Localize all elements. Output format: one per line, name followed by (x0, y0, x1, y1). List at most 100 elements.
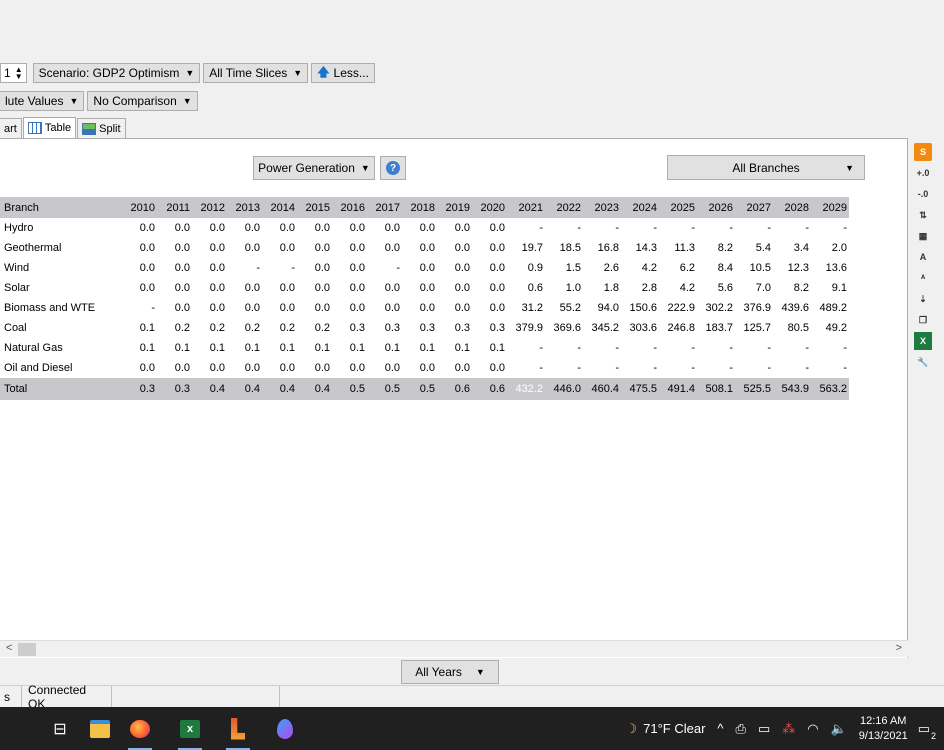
value-cell[interactable]: 1.8 (583, 278, 621, 298)
column-header-year[interactable]: 2028 (773, 197, 811, 218)
value-cell[interactable]: 0.0 (332, 238, 367, 258)
value-cell[interactable]: 0.3 (157, 378, 192, 400)
value-cell[interactable]: 10.5 (735, 258, 773, 278)
value-cell[interactable]: 0.5 (332, 378, 367, 400)
value-cell[interactable]: 0.0 (297, 258, 332, 278)
leap-app-icon[interactable] (218, 707, 258, 750)
value-cell[interactable]: 80.5 (773, 318, 811, 338)
value-cell[interactable]: - (583, 358, 621, 378)
value-cell[interactable]: 0.0 (192, 258, 227, 278)
value-cell[interactable]: 11.3 (659, 238, 697, 258)
value-cell[interactable]: 0.1 (192, 338, 227, 358)
value-cell[interactable]: 222.9 (659, 298, 697, 318)
value-cell[interactable]: 94.0 (583, 298, 621, 318)
value-cell[interactable]: 379.9 (507, 318, 545, 338)
column-header-year[interactable]: 2013 (227, 197, 262, 218)
value-cell[interactable]: 0.0 (402, 298, 437, 318)
value-cell[interactable]: 0.0 (402, 258, 437, 278)
value-cell[interactable]: 525.5 (735, 378, 773, 400)
value-cell[interactable]: - (507, 358, 545, 378)
value-cell[interactable]: 7.0 (735, 278, 773, 298)
branch-cell[interactable]: Total (0, 378, 122, 400)
total-row[interactable]: Total 0.3 0.3 0.4 0.4 0.4 0.4 0.5 0.5 0.5 0.6 0.6 43… (0, 378, 849, 400)
value-cell[interactable]: 0.1 (332, 338, 367, 358)
value-cell[interactable]: 0.0 (437, 358, 472, 378)
value-cell[interactable]: 0.0 (192, 358, 227, 378)
value-cell[interactable]: 0.0 (192, 298, 227, 318)
value-cell[interactable]: 0.0 (367, 298, 402, 318)
value-cell[interactable]: 16.8 (583, 238, 621, 258)
tab-split[interactable]: Split (77, 118, 126, 138)
table-row[interactable]: Wind 0.0 0.0 0.0- -0.0 0.0-0.0 0.0 0.0 0.9 1.5 2.6… (0, 258, 849, 278)
slide-icon[interactable]: S (914, 143, 932, 161)
tab-table[interactable]: Table (22, 117, 77, 138)
excel-taskbar-icon[interactable]: x (170, 707, 210, 750)
value-cell[interactable]: 0.1 (262, 338, 297, 358)
value-cell[interactable]: 0.1 (437, 338, 472, 358)
value-cell[interactable]: 0.1 (472, 338, 507, 358)
value-cell[interactable]: 0.1 (227, 338, 262, 358)
value-cell[interactable]: 0.0 (472, 218, 507, 238)
value-cell[interactable]: 0.0 (367, 218, 402, 238)
table-row[interactable]: Natural Gas 0.1 0.1 0.1 0.1 0.1 0.1 0.1 0.1 0.1 0.… (0, 338, 849, 358)
value-cell[interactable]: 0.2 (192, 318, 227, 338)
branch-cell[interactable]: Coal (0, 318, 122, 338)
value-cell[interactable]: - (659, 358, 697, 378)
branch-cell[interactable]: Wind (0, 258, 122, 278)
value-cell[interactable]: - (811, 358, 849, 378)
value-cell[interactable]: 0.0 (227, 298, 262, 318)
value-cell[interactable]: - (659, 338, 697, 358)
value-cell[interactable]: 31.2 (507, 298, 545, 318)
value-cell[interactable]: 345.2 (583, 318, 621, 338)
value-cell[interactable]: 0.0 (297, 278, 332, 298)
column-header-year[interactable]: 2029 (811, 197, 849, 218)
value-cell[interactable]: - (507, 218, 545, 238)
value-cell[interactable]: 0.0 (332, 298, 367, 318)
column-header-year[interactable]: 2016 (332, 197, 367, 218)
value-cell[interactable]: 8.4 (697, 258, 735, 278)
value-cell[interactable]: 0.0 (367, 238, 402, 258)
branch-cell[interactable]: Solar (0, 278, 122, 298)
horizontal-scrollbar[interactable]: < > (0, 640, 908, 657)
value-cell[interactable]: 563.2 (811, 378, 849, 400)
value-cell[interactable]: 0.0 (157, 298, 192, 318)
value-cell[interactable]: 0.0 (332, 358, 367, 378)
value-cell[interactable]: - (811, 338, 849, 358)
value-cell[interactable]: 8.2 (773, 278, 811, 298)
value-cell[interactable]: - (621, 338, 659, 358)
value-cell[interactable]: 0.0 (122, 238, 157, 258)
value-cell[interactable]: 0.1 (297, 338, 332, 358)
table-row[interactable]: Oil and Diesel 0.0 0.0 0.0 0.0 0.0 0.0 0.0 0.0 0.… (0, 358, 849, 378)
value-cell[interactable]: 0.0 (262, 298, 297, 318)
column-header-branch[interactable]: Branch (0, 197, 122, 218)
battery-icon[interactable]: ▭ (758, 721, 770, 737)
column-header-year[interactable]: 2011 (157, 197, 192, 218)
column-header-year[interactable]: 2014 (262, 197, 297, 218)
value-cell[interactable]: 0.4 (262, 378, 297, 400)
spinner-arrows-icon[interactable]: ▲ ▼ (15, 66, 23, 81)
value-cell[interactable]: 0.0 (472, 298, 507, 318)
scroll-right-icon[interactable]: > (896, 642, 902, 654)
value-cell[interactable]: 0.0 (262, 218, 297, 238)
value-cell[interactable]: 0.6 (437, 378, 472, 400)
value-cell[interactable]: 508.1 (697, 378, 735, 400)
value-cell[interactable]: 0.0 (122, 218, 157, 238)
column-header-year[interactable]: 2019 (437, 197, 472, 218)
column-header-year[interactable]: 2018 (402, 197, 437, 218)
column-header-year[interactable]: 2024 (621, 197, 659, 218)
value-cell[interactable]: 0.0 (227, 218, 262, 238)
value-cell[interactable]: 475.5 (621, 378, 659, 400)
value-cell[interactable]: - (227, 258, 262, 278)
value-cell[interactable]: 0.3 (472, 318, 507, 338)
value-cell[interactable]: 1.5 (545, 258, 583, 278)
value-cell[interactable]: 0.0 (332, 218, 367, 238)
value-cell[interactable]: 432.2 (507, 378, 545, 400)
value-cell[interactable]: 183.7 (697, 318, 735, 338)
value-cell[interactable]: - (735, 338, 773, 358)
value-cell[interactable]: 0.2 (227, 318, 262, 338)
value-cell[interactable]: - (773, 338, 811, 358)
font-increase-icon[interactable]: A (914, 248, 932, 266)
year-spinner[interactable]: 1 ▲ ▼ (0, 63, 27, 83)
branch-cell[interactable]: Oil and Diesel (0, 358, 122, 378)
value-cell[interactable]: - (735, 358, 773, 378)
